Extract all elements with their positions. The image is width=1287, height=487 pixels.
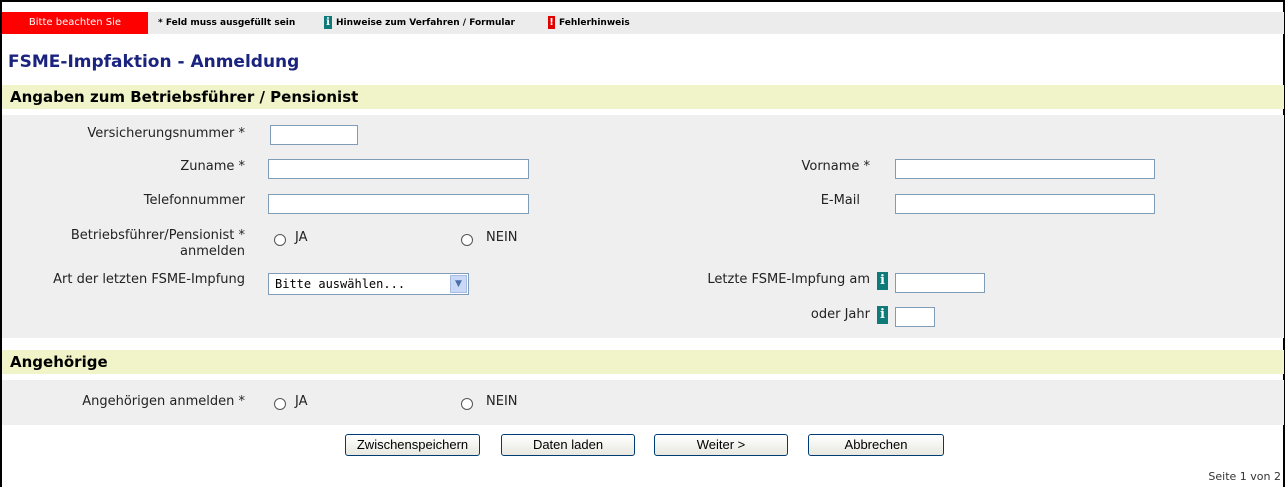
legend-error: ! Fehlerhinweis bbox=[548, 12, 630, 34]
telefon-label: Telefonnummer bbox=[143, 193, 245, 208]
section-header-angehoerige: Angehörige bbox=[2, 350, 1284, 374]
page-title: FSME-Impfaktion - Anmeldung bbox=[8, 52, 300, 72]
vorname-label: Vorname * bbox=[801, 159, 870, 174]
legend-bar: Bitte beachten Sie * Feld muss ausgefüll… bbox=[2, 12, 1284, 34]
section-header-betriebsfuehrer: Angaben zum Betriebsführer / Pensionist bbox=[2, 85, 1284, 109]
betriebsfuehrer-ja-label: JA bbox=[295, 230, 308, 245]
letzte-impfung-datum-input[interactable] bbox=[895, 273, 985, 293]
angehoerige-ja-label: JA bbox=[295, 394, 308, 409]
info-icon[interactable]: i bbox=[877, 306, 888, 324]
weiter-button[interactable]: Weiter > bbox=[654, 434, 788, 456]
angehoerige-nein-radio[interactable] bbox=[461, 398, 473, 410]
chevron-down-icon[interactable]: ▼ bbox=[450, 275, 467, 293]
legend-hint: Bitte beachten Sie bbox=[2, 12, 148, 34]
zwischenspeichern-button[interactable]: Zwischenspeichern bbox=[345, 434, 480, 456]
betriebsfuehrer-anmelden-label: Betriebsführer/Pensionist * anmelden bbox=[70, 228, 245, 259]
legend-info: i Hinweise zum Verfahren / Formular bbox=[324, 12, 515, 34]
section-body-betriebsfuehrer bbox=[2, 115, 1284, 338]
zuname-input[interactable] bbox=[268, 159, 529, 179]
angehoerige-nein-label: NEIN bbox=[486, 394, 518, 409]
angehoerige-ja-radio[interactable] bbox=[274, 398, 286, 410]
legend-error-label: Fehlerhinweis bbox=[559, 18, 630, 28]
info-icon: i bbox=[324, 16, 332, 29]
daten-laden-button[interactable]: Daten laden bbox=[501, 434, 635, 456]
email-label: E-Mail bbox=[820, 193, 860, 208]
impfart-selected-value: Bitte auswählen... bbox=[275, 277, 406, 291]
info-icon[interactable]: i bbox=[877, 272, 888, 290]
impfart-label: Art der letzten FSME-Impfung bbox=[53, 272, 245, 287]
abbrechen-button[interactable]: Abbrechen bbox=[808, 434, 944, 456]
error-icon: ! bbox=[548, 16, 555, 29]
jahr-input[interactable] bbox=[895, 307, 935, 327]
betriebsfuehrer-nein-label: NEIN bbox=[486, 230, 518, 245]
telefon-input[interactable] bbox=[268, 194, 529, 214]
betriebsfuehrer-nein-radio[interactable] bbox=[461, 234, 473, 246]
vorname-input[interactable] bbox=[895, 159, 1155, 179]
legend-required: * Feld muss ausgefüllt sein bbox=[158, 18, 296, 28]
legend-info-label: Hinweise zum Verfahren / Formular bbox=[336, 18, 515, 28]
email-input[interactable] bbox=[895, 194, 1155, 214]
page-number: Seite 1 von 2 bbox=[1208, 470, 1281, 483]
zuname-label: Zuname * bbox=[180, 159, 245, 174]
jahr-label: oder Jahr bbox=[810, 307, 870, 322]
betriebsfuehrer-ja-radio[interactable] bbox=[274, 234, 286, 246]
versicherungsnummer-label: Versicherungsnummer * bbox=[87, 126, 245, 141]
letzte-impfung-label: Letzte FSME-Impfung am bbox=[707, 272, 870, 287]
angehoerige-anmelden-label: Angehörigen anmelden * bbox=[82, 394, 245, 409]
versicherungsnummer-input[interactable] bbox=[270, 125, 358, 145]
impfart-select[interactable]: Bitte auswählen... ▼ bbox=[268, 273, 469, 295]
